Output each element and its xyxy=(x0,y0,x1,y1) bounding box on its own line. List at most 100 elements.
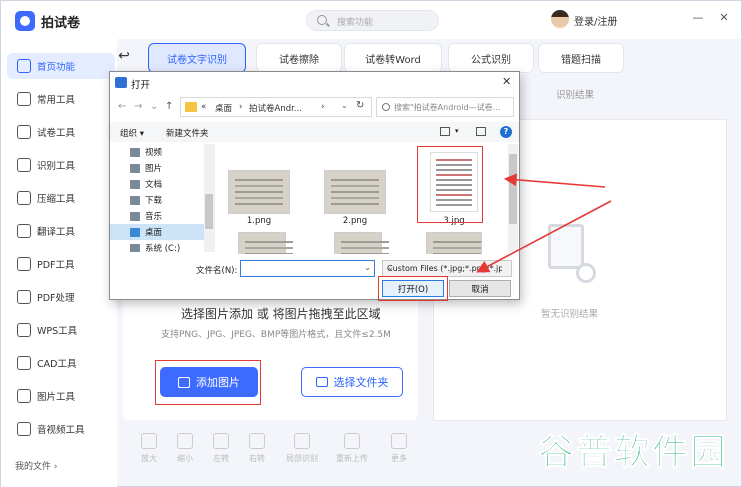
view-mode-icon[interactable] xyxy=(440,127,450,136)
rotate-left-button[interactable]: 左转 xyxy=(203,433,239,464)
search-icon xyxy=(382,103,390,111)
tree-item-music[interactable]: 音乐 xyxy=(110,208,206,224)
more-icon xyxy=(391,433,407,449)
folder-tree: 视频 图片 文档 下载 音乐 桌面 系统 (C:) xyxy=(110,144,215,252)
breadcrumb-desktop[interactable]: 桌面 xyxy=(215,102,232,114)
breadcrumb-separator: › xyxy=(321,102,325,112)
recent-chevron-icon[interactable]: ⌄ xyxy=(150,101,158,112)
filename-input[interactable]: ⌄ xyxy=(240,260,375,277)
cancel-button[interactable]: 取消 xyxy=(449,280,511,297)
file-type-filter[interactable]: Custom Files (*.jpg;*.png;*.jp ⌄ xyxy=(382,260,512,277)
dialog-search-input[interactable]: 搜索"拍试卷Android—试卷... xyxy=(376,97,514,117)
empty-document-icon xyxy=(548,224,584,269)
reupload-button[interactable]: 重新上传 xyxy=(331,433,373,464)
organize-menu[interactable]: 组织 ▾ xyxy=(120,127,144,139)
login-link[interactable]: 登录/注册 xyxy=(574,13,617,28)
view-dropdown-icon[interactable]: ▾ xyxy=(455,127,459,135)
sidebar-item-pdf-tools[interactable]: PDF工具 xyxy=(7,251,115,277)
sidebar-item-paper[interactable]: 试卷工具 xyxy=(7,119,115,145)
back-arrow-icon[interactable]: ← xyxy=(118,101,126,112)
file-name-1[interactable]: 1.png xyxy=(229,216,289,226)
address-bar[interactable]: « 桌面 › 拍试卷Andr... › ⌄ ↻ xyxy=(180,97,372,117)
file-thumbnail-4[interactable] xyxy=(238,232,293,254)
choose-folder-label: 选择文件夹 xyxy=(333,376,389,389)
tree-scroll-thumb[interactable] xyxy=(205,194,213,229)
tab-paper-erase[interactable]: 试卷擦除 xyxy=(256,43,342,73)
search-icon xyxy=(317,15,327,25)
minimize-button[interactable]: — xyxy=(691,11,705,25)
sidebar-item-recognize[interactable]: 识别工具 xyxy=(7,152,115,178)
tab-mistake-scan[interactable]: 错题扫描 xyxy=(538,43,624,73)
choose-folder-button[interactable]: 选择文件夹 xyxy=(301,367,403,397)
search-box[interactable]: 搜索功能 xyxy=(306,10,439,31)
new-folder-button[interactable]: 新建文件夹 xyxy=(166,127,209,139)
tree-item-documents[interactable]: 文档 xyxy=(110,176,206,192)
scan-icon xyxy=(17,158,31,172)
dialog-close-button[interactable]: ✕ xyxy=(502,75,511,88)
drive-icon xyxy=(130,243,140,252)
filter-dropdown-icon[interactable]: ⌄ xyxy=(387,263,502,272)
dialog-app-icon xyxy=(115,77,127,88)
sidebar-item-pdf-process[interactable]: PDF处理 xyxy=(7,284,115,310)
layers-icon xyxy=(17,92,31,106)
refresh-icon[interactable]: ↻ xyxy=(356,100,364,111)
tab-paper-to-word[interactable]: 试卷转Word xyxy=(344,43,442,73)
forward-arrow-icon[interactable]: → xyxy=(134,101,142,112)
breadcrumb-separator: › xyxy=(239,102,243,112)
tree-item-videos[interactable]: 视频 xyxy=(110,144,206,160)
tree-item-downloads[interactable]: 下载 xyxy=(110,192,206,208)
pdf-process-icon xyxy=(17,290,31,304)
app-window: 拍试卷 搜索功能 登录/注册 — ✕ 首页功能 常用工具 试卷工具 识别工具 压… xyxy=(0,0,742,487)
sidebar-item-translate[interactable]: 翻译工具 xyxy=(7,218,115,244)
sidebar-item-image[interactable]: 图片工具 xyxy=(7,383,115,409)
file-thumbnail-2[interactable] xyxy=(324,170,386,214)
dialog-nav-bar: ← → ⌄ ↑ « 桌面 › 拍试卷Andr... › ⌄ ↻ 搜索"拍试卷An… xyxy=(110,94,519,120)
preview-pane-icon[interactable] xyxy=(476,127,486,136)
sidebar-item-wps[interactable]: WPS工具 xyxy=(7,317,115,343)
zoom-out-button[interactable]: 缩小 xyxy=(167,433,203,464)
rotate-right-button[interactable]: 右转 xyxy=(239,433,275,464)
file-scroll-thumb[interactable] xyxy=(509,154,517,224)
address-dropdown-icon[interactable]: ⌄ xyxy=(341,101,348,110)
tab-paper-ocr[interactable]: 试卷文字识别 xyxy=(148,43,246,73)
download-folder-icon xyxy=(130,195,140,205)
open-file-dialog: 打开 ✕ ← → ⌄ ↑ « 桌面 › 拍试卷Andr... › ⌄ ↻ 搜索"… xyxy=(109,71,520,301)
file-thumbnail-1[interactable] xyxy=(228,170,290,214)
refresh-icon xyxy=(344,433,360,449)
zoom-out-icon xyxy=(177,433,193,449)
more-button[interactable]: 更多 xyxy=(381,433,417,464)
tree-item-system-drive[interactable]: 系统 (C:) xyxy=(110,240,206,252)
file-list-scrollbar[interactable] xyxy=(508,144,518,252)
sidebar-item-cad[interactable]: CAD工具 xyxy=(7,350,115,376)
image-icon xyxy=(17,389,31,403)
breadcrumb-overflow[interactable]: « xyxy=(201,102,206,112)
dialog-command-bar: 组织 ▾ 新建文件夹 ▾ ? xyxy=(110,122,519,142)
up-arrow-icon[interactable]: ↑ xyxy=(165,101,173,112)
zoom-in-button[interactable]: 放大 xyxy=(131,433,167,464)
help-icon[interactable]: ? xyxy=(500,126,512,138)
file-thumbnail-6[interactable] xyxy=(426,232,482,254)
sidebar-item-common[interactable]: 常用工具 xyxy=(7,86,115,112)
tab-formula[interactable]: 公式识别 xyxy=(448,43,534,73)
dialog-title: 打开 xyxy=(131,80,151,91)
file-thumbnail-5[interactable] xyxy=(334,232,389,254)
sidebar-item-compress[interactable]: 压缩工具 xyxy=(7,185,115,211)
tree-scrollbar[interactable] xyxy=(204,144,214,252)
watermark-text: 谷普软件园 xyxy=(537,432,728,474)
sidebar-item-home[interactable]: 首页功能 xyxy=(7,53,115,79)
my-files-link[interactable]: 我的文件 › xyxy=(15,459,57,472)
filename-dropdown-icon[interactable]: ⌄ xyxy=(364,263,371,272)
filename-label: 文件名(N): xyxy=(196,266,238,276)
picture-folder-icon xyxy=(130,163,140,173)
partial-recognize-button[interactable]: 局部识别 xyxy=(281,433,323,464)
zoom-in-icon xyxy=(141,433,157,449)
breadcrumb-folder[interactable]: 拍试卷Andr... xyxy=(249,102,302,114)
tree-item-desktop[interactable]: 桌面 xyxy=(110,224,206,240)
avatar[interactable] xyxy=(551,10,569,28)
tree-item-pictures[interactable]: 图片 xyxy=(110,160,206,176)
back-arrow-icon[interactable]: ↩ xyxy=(113,45,135,67)
close-button[interactable]: ✕ xyxy=(717,11,731,25)
sidebar-item-av[interactable]: 音视频工具 xyxy=(7,416,115,442)
file-name-2[interactable]: 2.png xyxy=(325,216,385,226)
document-folder-icon xyxy=(130,179,140,189)
